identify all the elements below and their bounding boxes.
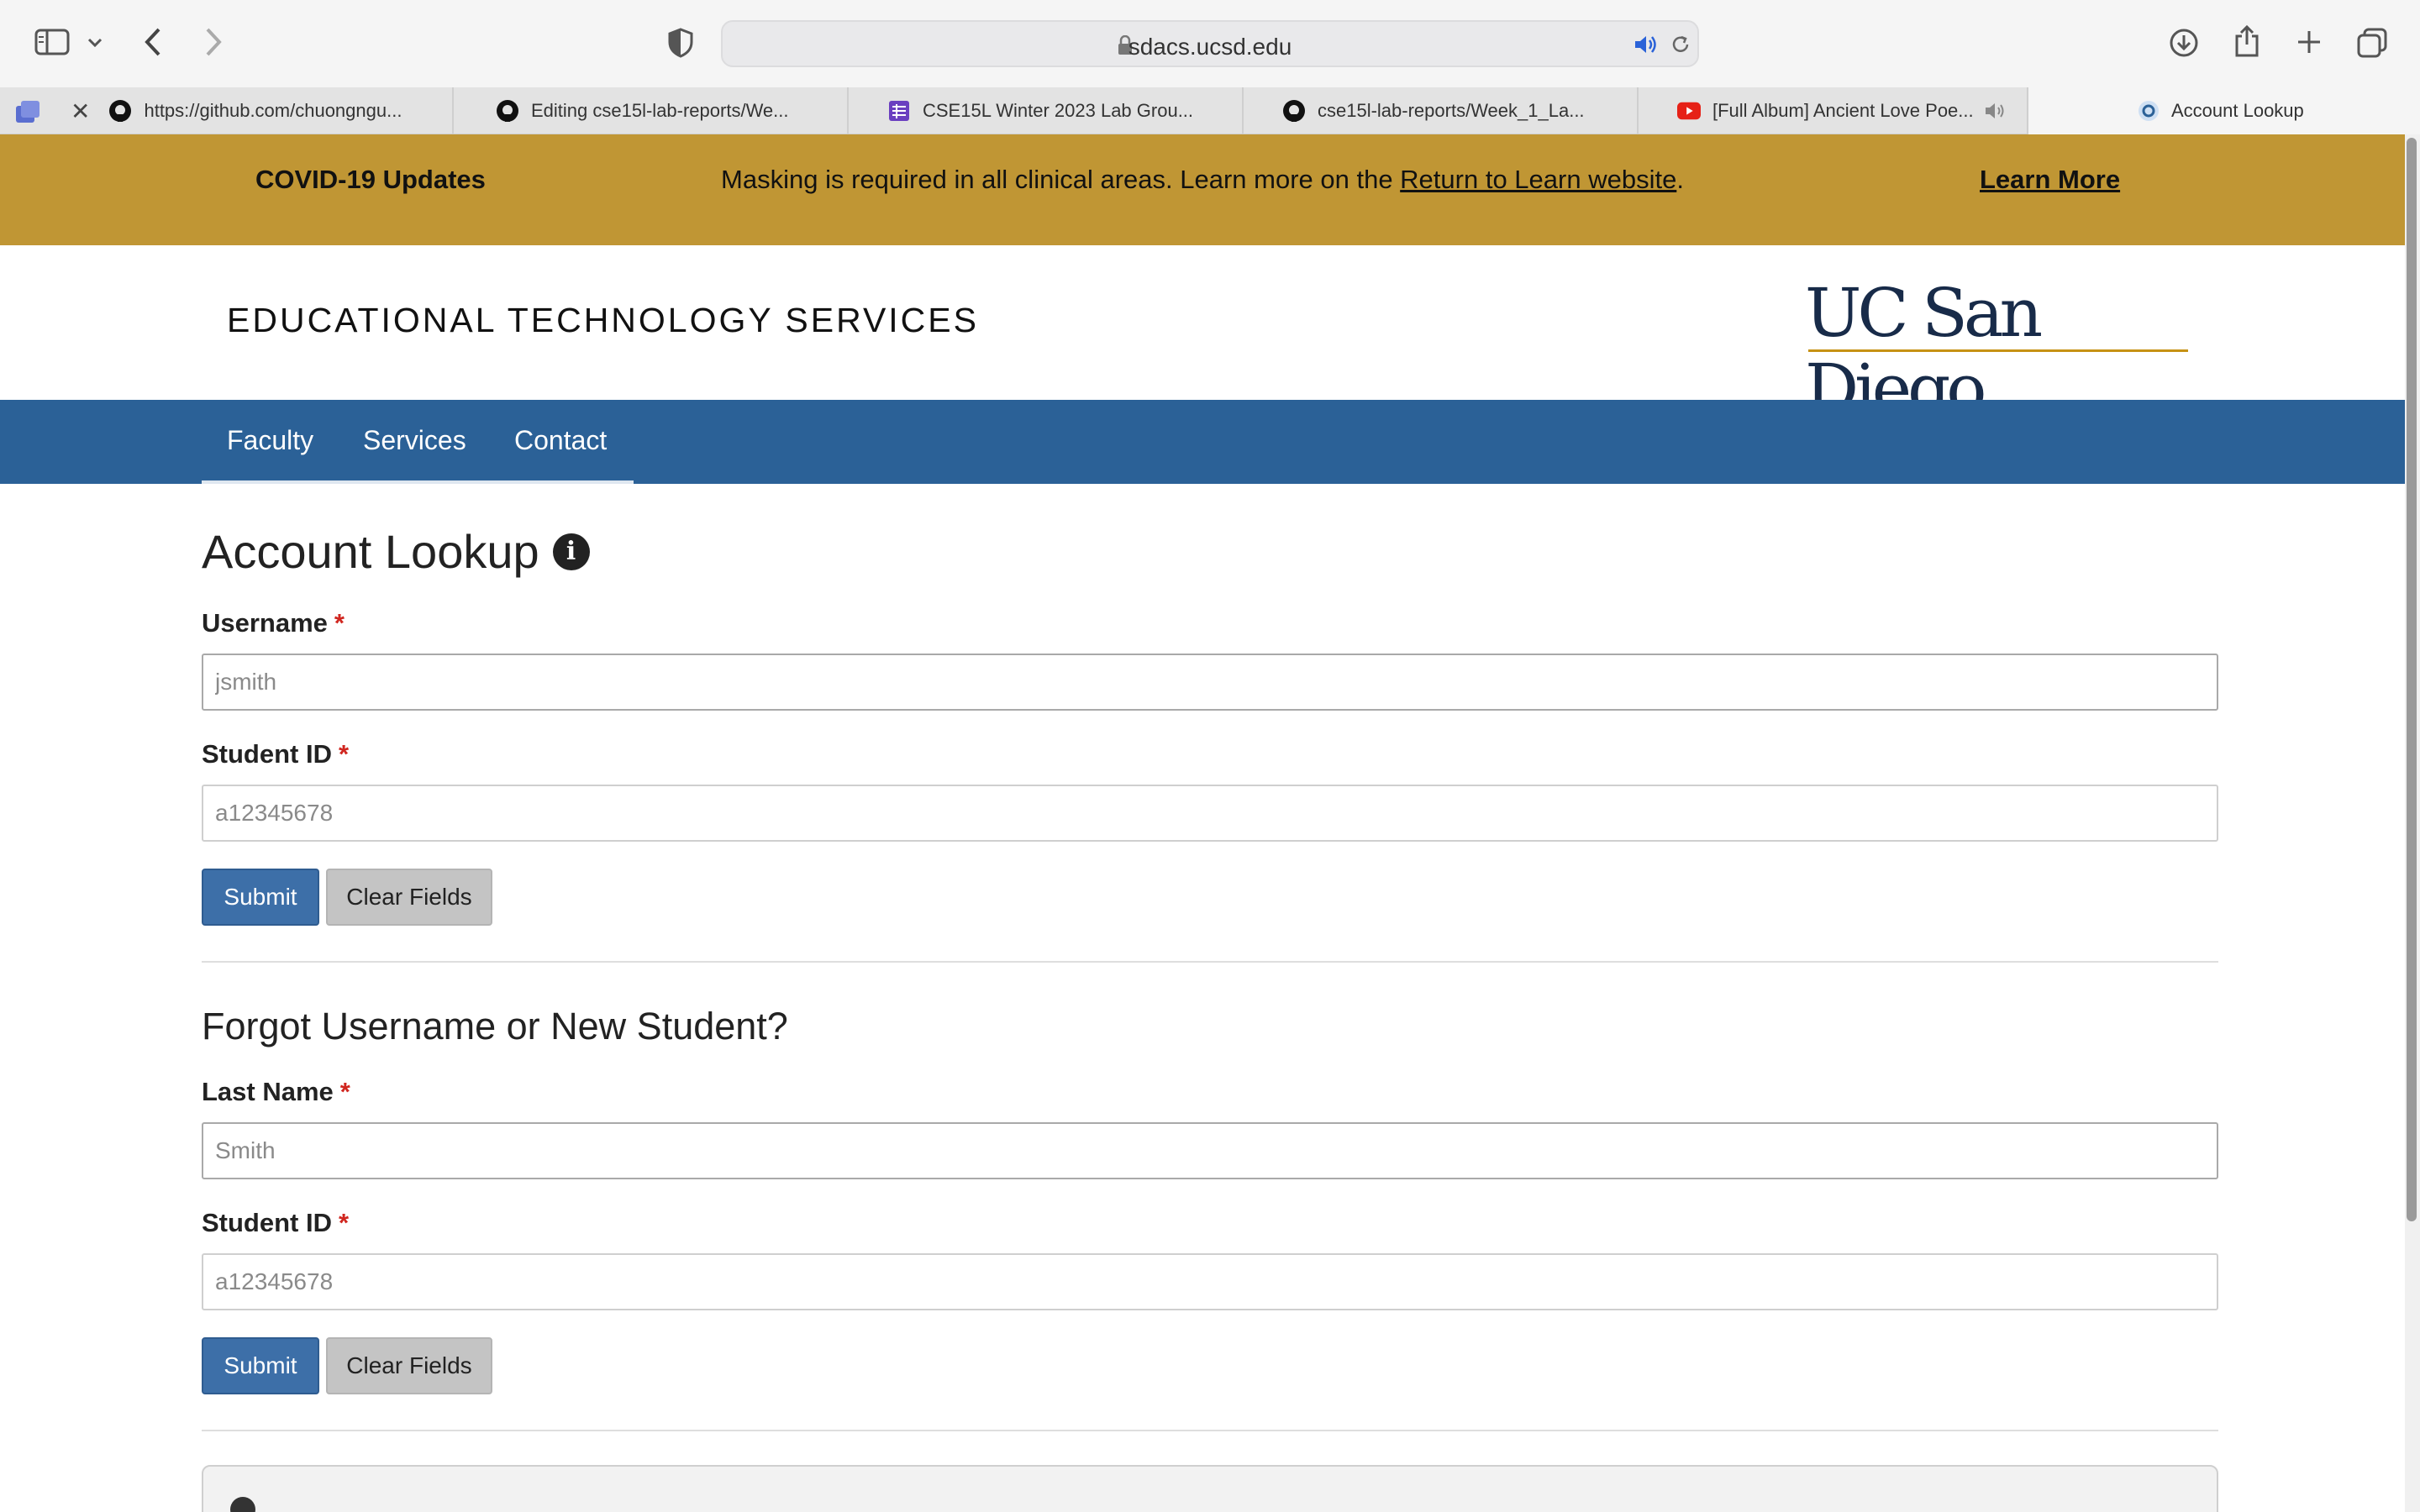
submit-button-2[interactable]: Submit	[202, 1337, 319, 1394]
tab-overview-icon[interactable]	[2354, 25, 2390, 60]
site-icon	[2138, 100, 2160, 122]
nav-services[interactable]: Services	[363, 425, 466, 456]
tab-lab-groups[interactable]: CSE15L Winter 2023 Lab Grou...	[849, 87, 1244, 134]
speaker-icon[interactable]	[1984, 102, 2007, 120]
last-name-label: Last Name *	[202, 1077, 350, 1106]
github-icon	[108, 99, 132, 123]
username-input[interactable]	[202, 654, 2218, 711]
department-name: EDUCATIONAL TECHNOLOGY SERVICES	[227, 301, 979, 339]
required-marker: *	[339, 739, 350, 769]
tab-editing-report[interactable]: Editing cse15l-lab-reports/We...	[454, 87, 849, 134]
nav-contact[interactable]: Contact	[514, 425, 607, 456]
nav-active-indicator	[202, 480, 634, 484]
github-icon	[1282, 99, 1306, 123]
required-marker: *	[339, 1208, 350, 1237]
back-icon[interactable]	[136, 24, 170, 60]
return-to-learn-link[interactable]: Return to Learn website	[1400, 165, 1676, 194]
youtube-icon	[1677, 99, 1701, 123]
required-marker: *	[334, 608, 345, 638]
audio-playing-icon[interactable]	[1630, 32, 1660, 57]
tab-account-lookup[interactable]: Account Lookup	[2028, 87, 2420, 134]
reload-icon[interactable]	[1667, 32, 1694, 57]
forward-icon[interactable]	[197, 24, 230, 60]
page-title: Account Lookup i	[202, 524, 590, 579]
chevron-down-icon[interactable]	[82, 30, 108, 55]
required-marker: *	[339, 1077, 350, 1106]
main-nav: Faculty Services Contact	[0, 400, 2405, 484]
sheet-icon	[887, 99, 911, 123]
covid-banner: COVID-19 Updates Masking is required in …	[0, 134, 2405, 245]
tab-github-repo[interactable]: ✕ https://github.com/chuongngu...	[59, 87, 454, 134]
tab-youtube-album[interactable]: [Full Album] Ancient Love Poe...	[1639, 87, 2028, 134]
student-id-label-2: Student ID *	[202, 1208, 350, 1237]
section-divider	[202, 961, 2218, 963]
clear-fields-button[interactable]: Clear Fields	[326, 869, 492, 926]
tab-week1-report[interactable]: cse15l-lab-reports/Week_1_La...	[1244, 87, 1639, 134]
student-id-input-2[interactable]	[202, 1253, 2218, 1310]
student-id-label: Student ID *	[202, 739, 350, 769]
close-icon[interactable]: ✕	[71, 97, 90, 125]
share-icon[interactable]	[2230, 22, 2264, 60]
github-icon	[496, 99, 519, 123]
tab-bar: ✕ https://github.com/chuongngu... Editin…	[0, 87, 2420, 134]
site-header: EDUCATIONAL TECHNOLOGY SERVICES UC San D…	[0, 245, 2405, 427]
clear-fields-button-2[interactable]: Clear Fields	[326, 1337, 492, 1394]
scrollbar-thumb[interactable]	[2407, 138, 2417, 1221]
info-icon[interactable]: i	[552, 533, 590, 570]
student-id-input[interactable]	[202, 785, 2218, 842]
username-label: Username *	[202, 608, 345, 638]
learn-more-link[interactable]: Learn More	[1980, 165, 2120, 195]
privacy-shield-icon[interactable]	[664, 25, 697, 60]
address-bar[interactable]: sdacs.ucsd.edu	[721, 20, 1699, 67]
section-divider-2	[202, 1430, 2218, 1431]
forgot-username-title: Forgot Username or New Student?	[202, 1005, 788, 1047]
submit-button[interactable]: Submit	[202, 869, 319, 926]
pinned-tab-icon[interactable]	[13, 97, 42, 126]
last-name-input[interactable]	[202, 1122, 2218, 1179]
info-icon	[230, 1497, 255, 1512]
downloads-icon[interactable]	[2166, 25, 2202, 60]
sidebar-toggle-icon[interactable]	[32, 25, 72, 59]
help-panel	[202, 1465, 2218, 1512]
uc-san-diego-logo[interactable]: UC San Diego	[1805, 276, 2191, 427]
address-text: sdacs.ucsd.edu	[1128, 34, 1292, 60]
new-tab-icon[interactable]	[2292, 25, 2326, 59]
nav-faculty[interactable]: Faculty	[227, 425, 313, 456]
browser-toolbar: sdacs.ucsd.edu	[0, 0, 2420, 87]
